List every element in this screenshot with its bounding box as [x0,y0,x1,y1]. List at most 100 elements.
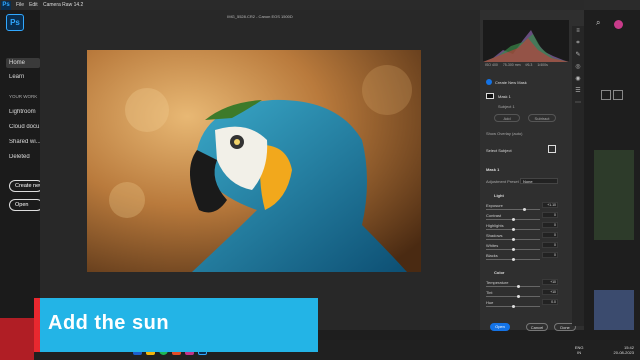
slider-knob[interactable] [511,237,515,241]
your-work-heading: YOUR WORK [9,94,38,99]
grid-view-icon[interactable] [601,90,611,100]
create-new-mask[interactable]: Create New Mask [495,80,527,85]
light-value-input[interactable]: 0 [542,232,558,238]
light-row-shadows: Shadows 0 [486,232,558,241]
date-text: 20-08-2023 [613,350,634,355]
create-mask-plus-icon[interactable] [486,79,492,85]
ps-logo: Ps [6,14,24,31]
light-value-input[interactable]: 0 [542,222,558,228]
light-value-input[interactable]: 0 [542,242,558,248]
light-row-exposure: Exposure +1.10 [486,202,558,211]
menu-file[interactable]: File [16,2,24,8]
light-row-whites: Whites 0 [486,242,558,251]
window-title: Camera Raw 14.2 [43,2,84,8]
light-slider[interactable] [486,217,540,221]
light-slider[interactable] [486,207,540,211]
crop-tool-icon[interactable]: ⌗ [575,40,582,47]
sidebar-item-learn[interactable]: Learn [9,74,40,80]
light-label: Whites [486,243,499,248]
mask-name[interactable]: Mask 1 [498,94,511,99]
light-slider[interactable] [486,227,540,231]
color-value-input[interactable]: 0.0 [542,299,558,305]
exif-aperture: f/6.3 [525,63,533,67]
slider-knob[interactable] [511,227,515,231]
color-row-temperature: Temperature +10 [486,279,558,288]
open-button[interactable]: Open [9,199,43,211]
light-section-title[interactable]: Light [494,193,504,198]
light-row-blacks: Blacks 0 [486,252,558,261]
select-subject-icon[interactable] [548,145,556,153]
color-slider[interactable] [486,304,540,308]
show-overlay-checkbox[interactable]: Show Overlay (auto) [486,131,522,136]
region-text: IN [577,350,582,355]
light-slider[interactable] [486,257,540,261]
light-label: Contrast [486,213,502,218]
sidebar-item-home[interactable]: Home [6,58,40,68]
subtract-button[interactable]: Subtract [528,114,556,122]
slider-knob[interactable] [523,207,527,211]
exif-lens: 75-300 mm [502,63,521,67]
color-slider[interactable] [486,284,540,288]
menu-edit[interactable]: Edit [29,2,38,8]
open-footer-button[interactable]: Open [490,323,510,331]
exif-info: ISO 400 75-300 mm f/6.3 1/400s [485,63,569,67]
color-label: Temperature [486,280,509,285]
avatar[interactable] [614,20,623,29]
camera-raw-titlebar: Camera Raw 14.2 [40,0,584,10]
slider-knob[interactable] [511,247,515,251]
ps-right-area: ⌕ [584,10,640,350]
light-value-input[interactable]: 0 [542,252,558,258]
slider-knob[interactable] [516,294,520,298]
light-value-input[interactable]: 0 [542,212,558,218]
sidebar-item-cloud-docs[interactable]: Cloud docu... [9,124,40,130]
slider-knob[interactable] [511,304,515,308]
slider-knob[interactable] [516,284,520,288]
light-row-contrast: Contrast 0 [486,212,558,221]
mask-thumbnail[interactable] [486,93,494,99]
recent-thumbnail-2[interactable] [594,290,634,330]
ps-small-logo: Ps [1,0,11,10]
light-value-input[interactable]: +1.10 [542,202,558,208]
light-slider[interactable] [486,247,540,251]
light-label: Blacks [486,253,498,258]
adjustment-preset-label: Adjustment Preset [486,179,519,184]
clock[interactable]: 15:42 20-08-2023 [614,345,634,355]
histogram [483,20,569,62]
red-accent-shape [0,318,34,360]
light-label: Exposure [486,203,503,208]
color-value-input[interactable]: +10 [542,279,558,285]
preset-dropdown[interactable]: None [520,178,558,184]
exif-iso: ISO 400 [485,63,498,67]
presets-tool-icon[interactable]: ☰ [575,88,582,95]
mask-tool-icon[interactable]: ◎ [575,64,582,71]
redeye-tool-icon[interactable]: ◉ [575,76,582,83]
mask-title: Mask 1 [486,167,500,172]
color-section-title[interactable]: Color [494,270,504,275]
slider-knob[interactable] [511,257,515,261]
list-view-icon[interactable] [613,90,623,100]
create-new-button[interactable]: Create new [9,180,43,192]
color-slider[interactable] [486,294,540,298]
light-row-highlights: Highlights 0 [486,222,558,231]
sidebar-item-shared[interactable]: Shared wi... [9,139,40,145]
parrot-photo[interactable] [87,50,421,272]
color-label: Hue [486,300,494,305]
color-row-hue: Hue 0.0 [486,299,558,308]
file-info: IMG_5528.CR2 - Canon EOS 1500D [227,14,293,19]
light-slider[interactable] [486,237,540,241]
color-value-input[interactable]: +10 [542,289,558,295]
lang-indicator[interactable]: ENG IN [575,345,584,355]
subject-component[interactable]: Subject 1 [498,104,515,109]
light-label: Highlights [486,223,504,228]
sidebar-item-lightroom[interactable]: Lightroom [9,109,40,115]
search-icon[interactable]: ⌕ [596,18,600,28]
edit-tool-icon[interactable]: ≡ [575,28,582,35]
healing-tool-icon[interactable]: ✎ [575,52,582,59]
cancel-button[interactable]: Cancel [526,323,548,331]
add-button[interactable]: Add [494,114,520,122]
more-tool-icon[interactable]: ⋯ [575,100,582,107]
recent-thumbnail[interactable] [594,150,634,240]
sidebar-item-deleted[interactable]: Deleted [9,154,40,160]
select-subject[interactable]: Select Subject [486,148,512,153]
slider-knob[interactable] [511,217,515,221]
